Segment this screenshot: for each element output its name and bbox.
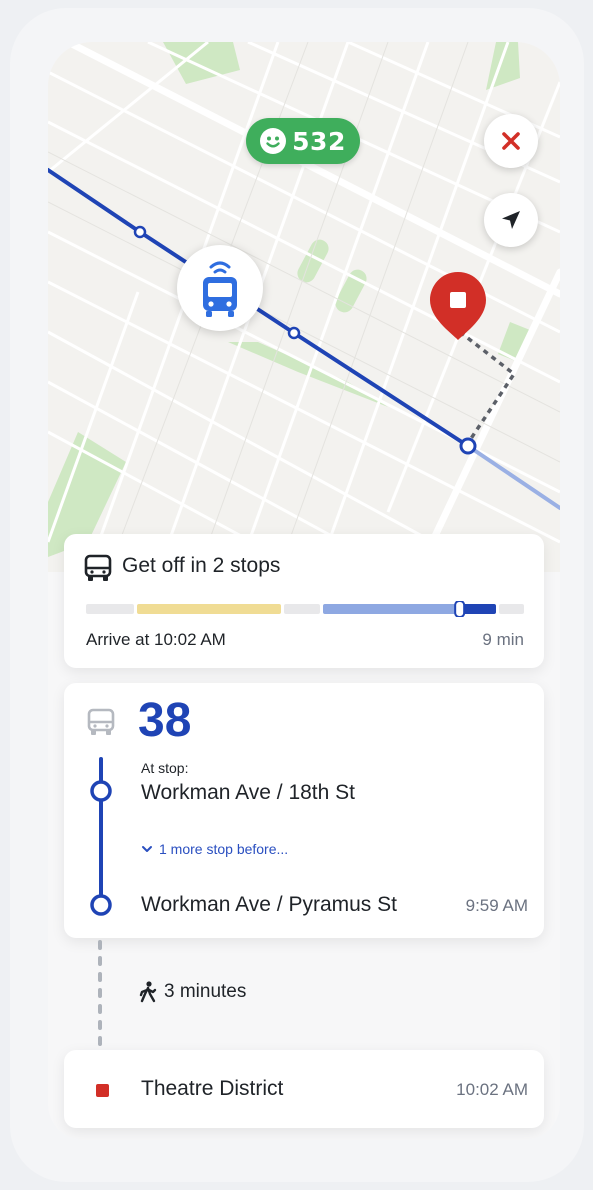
bus-icon [83,553,113,587]
rider-count-chip[interactable]: 532 [246,118,360,164]
walking-connector [98,940,102,1048]
bus-icon [86,707,116,741]
app-screen: 532 Get off in 2 stops Arrive at 10:02 A… [48,42,560,1140]
walk-duration: 3 minutes [164,981,247,1002]
route-card[interactable]: 38 At stop: Workman Ave / 18th St 1 more… [64,683,544,938]
current-stop-name: Workman Ave / 18th St [141,781,355,804]
chevron-down-icon [142,846,152,852]
alight-stop-marker[interactable] [459,437,477,455]
trip-duration: 9 min [482,630,524,649]
live-bus-icon [203,261,237,317]
final-stop-name: Workman Ave / Pyramus St [141,893,397,916]
destination-name: Theatre District [141,1077,284,1100]
trip-summary-card[interactable]: Get off in 2 stops Arrive at 10:02 AM 9 … [64,534,544,668]
close-button[interactable] [484,114,538,168]
walking-person-icon [139,981,157,1003]
arrival-time-text: Arrive at 10:02 AM [86,630,226,649]
map-view[interactable]: 532 [48,42,560,572]
final-stop-time: 9:59 AM [465,896,528,915]
close-icon [502,132,520,150]
expand-stops-button[interactable]: 1 more stop before... [141,841,288,857]
smiley-face-icon [260,128,287,154]
more-stops-label: 1 more stop before... [159,841,289,857]
trip-progress-bar [86,601,524,617]
live-vehicle-marker[interactable] [177,245,263,331]
get-off-instruction: Get off in 2 stops [122,554,281,577]
route-stop-marker[interactable] [133,225,147,239]
at-stop-label: At stop: [141,760,189,776]
walk-segment: 3 minutes [138,981,246,1003]
destination-marker-icon [96,1084,109,1097]
navigation-arrow-icon [502,211,520,229]
route-stop-marker[interactable] [287,326,301,340]
recenter-button[interactable] [484,193,538,247]
route-number: 38 [138,694,192,747]
progress-handle [454,601,466,617]
destination-arrival-time: 10:02 AM [456,1080,528,1099]
rider-count: 532 [292,126,346,156]
route-timeline [90,757,112,916]
destination-card[interactable]: Theatre District 10:02 AM [64,1050,544,1128]
